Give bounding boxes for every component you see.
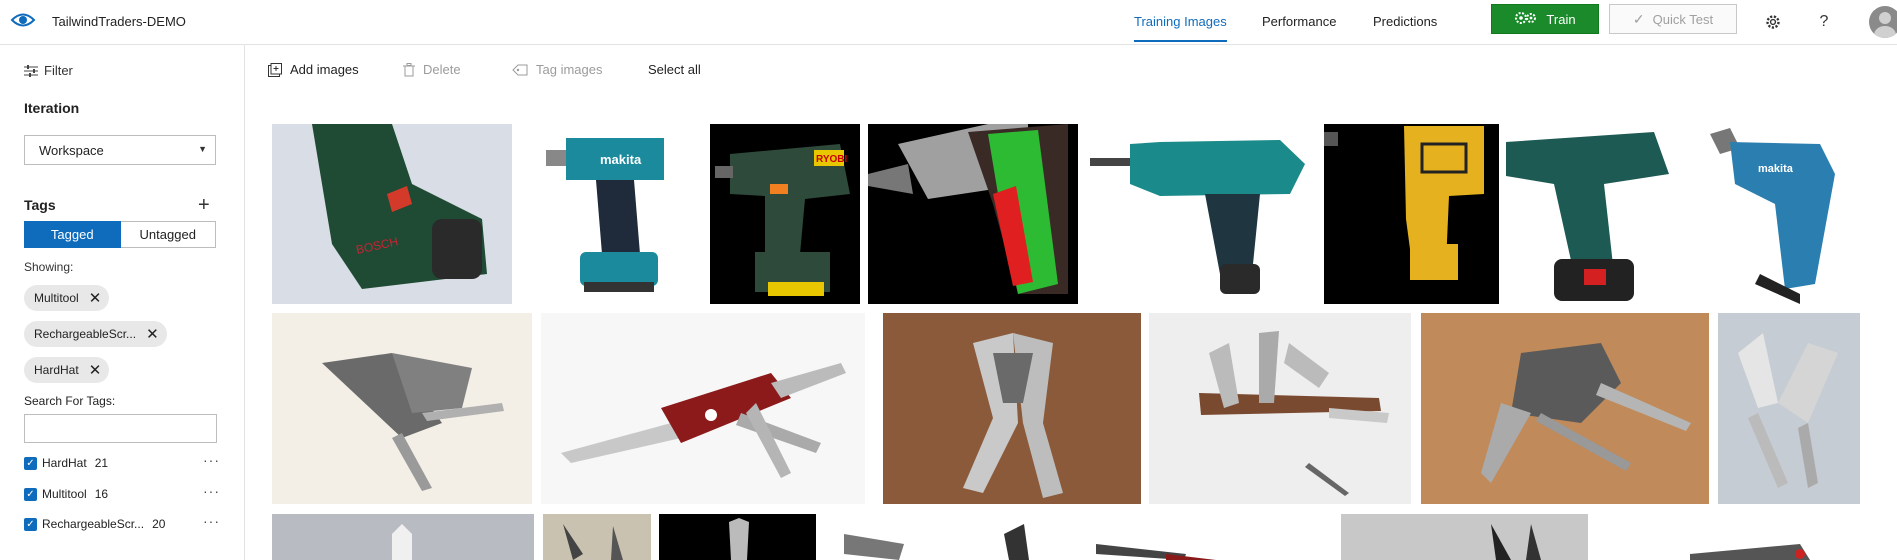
tags-heading: Tags xyxy=(24,197,56,213)
training-image[interactable]: makita xyxy=(536,124,684,304)
training-image[interactable]: makita xyxy=(1700,124,1870,304)
training-image[interactable] xyxy=(543,514,651,560)
chip-label: HardHat xyxy=(34,363,79,377)
tag-count: 21 xyxy=(94,456,109,470)
filter-chip: RechargeableScr... ✕ xyxy=(24,321,167,347)
project-name[interactable]: TailwindTraders-DEMO xyxy=(52,14,186,29)
tag-count: 16 xyxy=(94,487,109,501)
avatar[interactable] xyxy=(1869,6,1897,38)
training-image[interactable] xyxy=(1066,514,1336,560)
eye-icon[interactable] xyxy=(10,10,36,30)
tag-name: RechargeableScr... xyxy=(42,517,145,531)
remove-chip-close-icon[interactable]: ✕ xyxy=(146,325,159,343)
checkbox-checked-icon[interactable]: ✓ xyxy=(24,456,37,470)
svg-text:RYOBI: RYOBI xyxy=(816,154,848,165)
add-image-icon xyxy=(268,62,282,77)
select-all-button[interactable]: Select all xyxy=(648,62,701,77)
caret-down-icon: ▼ xyxy=(198,144,207,154)
tagged-toggle: Tagged Untagged xyxy=(24,221,216,248)
training-image[interactable] xyxy=(1324,124,1499,304)
training-image[interactable] xyxy=(1341,514,1588,560)
training-image[interactable] xyxy=(824,514,1057,560)
training-image[interactable] xyxy=(541,313,865,504)
checkbox-checked-icon[interactable]: ✓ xyxy=(24,517,37,531)
tag-images-button: Tag images xyxy=(512,62,602,77)
training-image[interactable] xyxy=(868,124,1078,304)
training-image[interactable]: RYOBI xyxy=(710,124,860,304)
tag-images-label: Tag images xyxy=(536,62,603,77)
quick-test-button: ✓ Quick Test xyxy=(1609,4,1737,34)
training-image[interactable] xyxy=(1718,313,1860,504)
filter-label: Filter xyxy=(44,63,73,78)
tag-row: ✓ Multitool 16 ··· xyxy=(24,483,220,501)
sidebar: Filter Iteration Workspace ▼ Tags + Tagg… xyxy=(0,45,245,560)
training-image[interactable] xyxy=(1149,313,1411,504)
chip-label: RechargeableScr... xyxy=(34,327,137,341)
iteration-heading: Iteration xyxy=(24,100,80,116)
remove-chip-close-icon[interactable]: ✕ xyxy=(89,289,102,307)
top-header: TailwindTraders-DEMO Training Images Per… xyxy=(0,0,1897,45)
train-label: Train xyxy=(1546,11,1576,27)
untagged-option[interactable]: Untagged xyxy=(120,221,216,248)
train-button[interactable]: Train xyxy=(1491,4,1599,34)
delete-button: Delete xyxy=(403,62,461,77)
training-image[interactable]: BOSCH xyxy=(272,124,512,304)
tab-training-images[interactable]: Training Images xyxy=(1134,14,1227,42)
tab-predictions[interactable]: Predictions xyxy=(1373,14,1437,29)
svg-text:makita: makita xyxy=(1758,163,1794,175)
training-image[interactable] xyxy=(1421,313,1709,504)
tagged-option[interactable]: Tagged xyxy=(24,221,121,248)
add-images-label: Add images xyxy=(290,62,359,77)
showing-label: Showing: xyxy=(24,260,74,274)
checkmark-icon: ✓ xyxy=(1632,10,1645,27)
tag-name: HardHat xyxy=(42,456,87,470)
delete-label: Delete xyxy=(423,62,461,77)
training-image[interactable] xyxy=(883,313,1141,504)
training-image[interactable] xyxy=(1090,124,1310,304)
tab-performance[interactable]: Performance xyxy=(1262,14,1336,29)
tag-icon xyxy=(512,64,528,75)
iteration-value: Workspace xyxy=(39,143,104,158)
tag-row: ✓ HardHat 21 ··· xyxy=(24,452,220,470)
filter-sliders-icon xyxy=(24,64,38,77)
training-image[interactable] xyxy=(272,313,532,504)
gears-icon xyxy=(1514,11,1538,28)
settings-gear-icon[interactable] xyxy=(1763,12,1783,32)
training-image[interactable] xyxy=(659,514,816,560)
filter-toggle[interactable]: Filter xyxy=(24,63,73,78)
search-tags-input[interactable] xyxy=(24,414,217,443)
checkbox-checked-icon[interactable]: ✓ xyxy=(24,487,37,501)
remove-chip-close-icon[interactable]: ✕ xyxy=(89,361,102,379)
tag-count: 20 xyxy=(152,517,166,531)
iteration-select[interactable]: Workspace ▼ xyxy=(24,135,216,165)
filter-chip: HardHat ✕ xyxy=(24,357,110,383)
chip-label: Multitool xyxy=(34,291,79,305)
training-image[interactable] xyxy=(272,514,534,560)
tag-row: ✓ RechargeableScr... 20 ··· xyxy=(24,513,220,531)
tag-name: Multitool xyxy=(42,487,87,501)
more-options-icon[interactable]: ··· xyxy=(203,483,220,499)
filter-chip: Multitool ✕ xyxy=(24,285,110,311)
training-image[interactable] xyxy=(1504,124,1674,304)
select-all-label: Select all xyxy=(648,62,701,77)
trash-icon xyxy=(403,62,415,76)
help-icon[interactable]: ? xyxy=(1814,12,1834,32)
svg-text:makita: makita xyxy=(600,152,642,167)
quick-test-label: Quick Test xyxy=(1652,11,1714,27)
training-image[interactable] xyxy=(1600,514,1860,560)
more-options-icon[interactable]: ··· xyxy=(203,513,220,529)
add-images-button[interactable]: Add images xyxy=(268,62,359,77)
search-tags-label: Search For Tags: xyxy=(24,394,116,408)
more-options-icon[interactable]: ··· xyxy=(203,452,220,468)
add-tag-plus-icon[interactable]: + xyxy=(198,195,210,215)
